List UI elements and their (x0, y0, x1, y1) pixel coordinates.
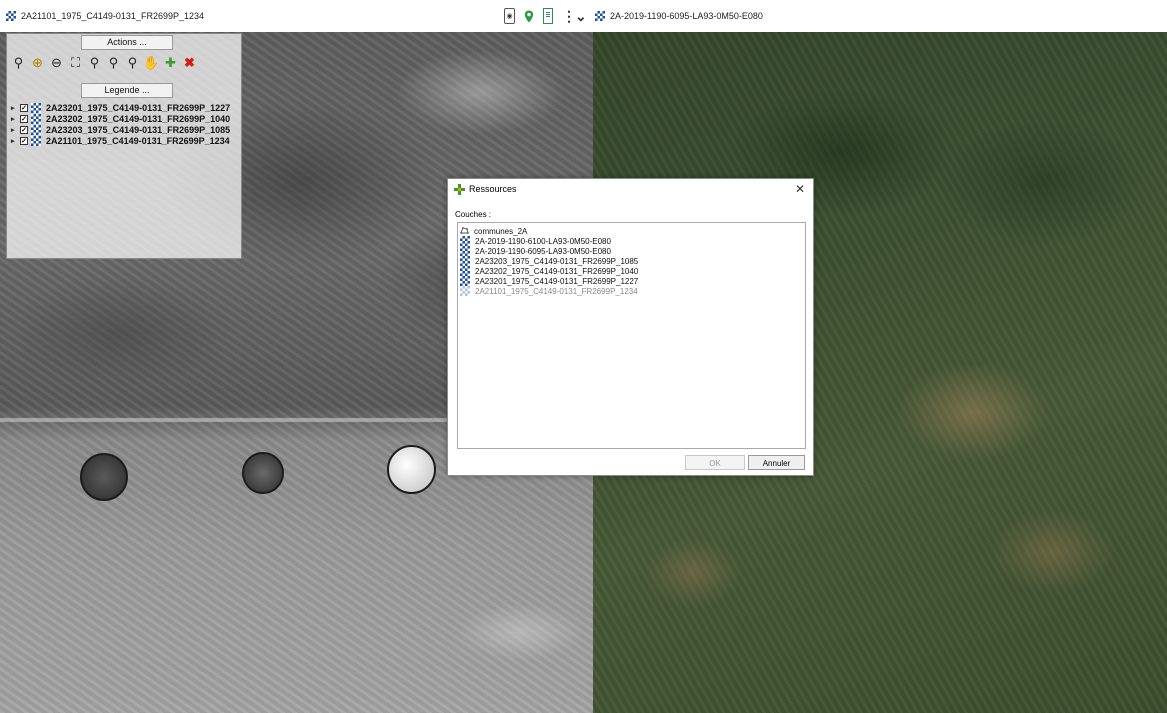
actions-header[interactable]: Actions ... (81, 35, 173, 50)
actions-legend-panel: Actions ... ⚲ ⊕ ⊖ ⛶ ⚲ ⚲ ⚲ ✋ ✚ ✖ Legende … (6, 33, 242, 259)
layer-checkbox[interactable]: ✓ (20, 125, 28, 134)
zoom-in-icon[interactable]: ⊕ (29, 54, 46, 71)
layer-checkbox[interactable]: ✓ (20, 114, 28, 123)
legende-header[interactable]: Legende ... (81, 83, 173, 98)
list-item: 2A21101_1975_C4149-0131_FR2699P_1234 (458, 286, 805, 296)
add-layer-icon[interactable]: ✚ (162, 54, 179, 71)
right-view-title: 2A-2019-1190-6095-LA93-0M50-E080 (610, 11, 763, 21)
legend-item-label: 2A21101_1975_C4149-0131_FR2699P_1234 (46, 135, 230, 146)
zoom-previous-icon[interactable]: ⚲ (105, 54, 122, 71)
list-item-label: 2A21101_1975_C4149-0131_FR2699P_1234 (475, 286, 638, 296)
more-options-icon[interactable]: ⋮⌄ (562, 8, 587, 24)
list-item[interactable]: 2A23201_1975_C4149-0131_FR2699P_1227 (458, 276, 805, 286)
legend-item-label: 2A23202_1975_C4149-0131_FR2699P_1040 (46, 113, 231, 124)
raster-layer-icon (595, 11, 605, 21)
list-item-label: 2A23202_1975_C4149-0131_FR2699P_1040 (475, 266, 639, 276)
zoom-extent-icon[interactable]: ⛶ (67, 54, 84, 71)
list-item[interactable]: 2A23202_1975_C4149-0131_FR2699P_1040 (458, 266, 805, 276)
list-item[interactable]: 2A-2019-1190-6100-LA93-0M50-E080 (458, 236, 805, 246)
close-icon[interactable]: ✕ (795, 182, 805, 196)
raster-layer-icon (31, 113, 41, 124)
ok-button[interactable]: OK (685, 455, 745, 470)
expand-arrow-icon[interactable]: ▸ (11, 137, 17, 145)
list-item-label: 2A-2019-1190-6100-LA93-0M50-E080 (475, 236, 611, 246)
legend-item[interactable]: ▸ ✓ 2A23203_1975_C4149-0131_FR2699P_1085 (11, 124, 230, 135)
couches-list[interactable]: communes_2A 2A-2019-1190-6100-LA93-0M50-… (457, 222, 806, 449)
expand-arrow-icon[interactable]: ▸ (11, 104, 17, 112)
legend-item[interactable]: ▸ ✓ 2A21101_1975_C4149-0131_FR2699P_1234 (11, 135, 230, 146)
couches-label: Couches : (455, 210, 492, 219)
pan-hand-icon[interactable]: ✋ (143, 54, 160, 71)
left-view-titlebar: 2A21101_1975_C4149-0131_FR2699P_1234 ◉ ⋮… (0, 0, 593, 32)
raster-layer-icon (6, 11, 16, 21)
raster-layer-icon (460, 276, 470, 286)
cancel-button[interactable]: Annuler (748, 455, 805, 470)
legend-list: ▸ ✓ 2A23201_1975_C4149-0131_FR2699P_1227… (11, 102, 230, 146)
expand-arrow-icon[interactable]: ▸ (11, 126, 17, 134)
raster-layer-icon (460, 266, 470, 276)
list-item-label: 2A-2019-1190-6095-LA93-0M50-E080 (475, 246, 611, 256)
vector-layer-icon (460, 227, 469, 234)
list-item-label: 2A23201_1975_C4149-0131_FR2699P_1227 (475, 276, 639, 286)
raster-layer-icon (460, 236, 470, 246)
dialog-titlebar[interactable]: Ressources ✕ (448, 179, 813, 199)
fiducial-mark (242, 452, 284, 494)
legend-item[interactable]: ▸ ✓ 2A23201_1975_C4149-0131_FR2699P_1227 (11, 102, 230, 113)
remove-layer-icon[interactable]: ✖ (181, 54, 198, 71)
left-view-title: 2A21101_1975_C4149-0131_FR2699P_1234 (21, 11, 204, 21)
zoom-icon[interactable]: ⚲ (10, 54, 27, 71)
target-icon[interactable]: ◉ (504, 8, 515, 24)
right-view-titlebar: 2A-2019-1190-6095-LA93-0M50-E080 (593, 0, 1167, 32)
raster-layer-icon (31, 124, 41, 135)
location-pin-icon[interactable] (524, 8, 534, 24)
document-icon[interactable] (543, 8, 553, 24)
ressources-dialog: Ressources ✕ Couches : communes_2A 2A-20… (447, 178, 814, 476)
fiducial-mark (80, 453, 128, 501)
zoom-next-icon[interactable]: ⚲ (124, 54, 141, 71)
expand-arrow-icon[interactable]: ▸ (11, 115, 17, 123)
list-item-label: 2A23203_1975_C4149-0131_FR2699P_1085 (475, 256, 639, 266)
fiducial-mark (387, 445, 436, 494)
raster-layer-icon (460, 286, 470, 296)
layer-checkbox[interactable]: ✓ (20, 103, 28, 112)
dialog-title: Ressources (469, 184, 517, 194)
zoom-out-icon[interactable]: ⊖ (48, 54, 65, 71)
list-item[interactable]: 2A23203_1975_C4149-0131_FR2699P_1085 (458, 256, 805, 266)
raster-layer-icon (460, 256, 470, 266)
legend-item-label: 2A23203_1975_C4149-0131_FR2699P_1085 (46, 124, 231, 135)
layer-checkbox[interactable]: ✓ (20, 136, 28, 145)
raster-layer-icon (31, 135, 41, 146)
view-toolbar: ◉ ⋮⌄ (504, 8, 587, 24)
zoom-layer-icon[interactable]: ⚲ (86, 54, 103, 71)
legend-item[interactable]: ▸ ✓ 2A23202_1975_C4149-0131_FR2699P_1040 (11, 113, 230, 124)
list-item-label: communes_2A (474, 226, 528, 236)
raster-layer-icon (31, 102, 41, 113)
list-item[interactable]: 2A-2019-1190-6095-LA93-0M50-E080 (458, 246, 805, 256)
action-toolbar: ⚲ ⊕ ⊖ ⛶ ⚲ ⚲ ⚲ ✋ ✚ ✖ (10, 54, 198, 71)
legend-item-label: 2A23201_1975_C4149-0131_FR2699P_1227 (46, 102, 231, 113)
list-item[interactable]: communes_2A (458, 226, 805, 236)
add-layer-icon (454, 183, 465, 195)
raster-layer-icon (460, 246, 470, 256)
